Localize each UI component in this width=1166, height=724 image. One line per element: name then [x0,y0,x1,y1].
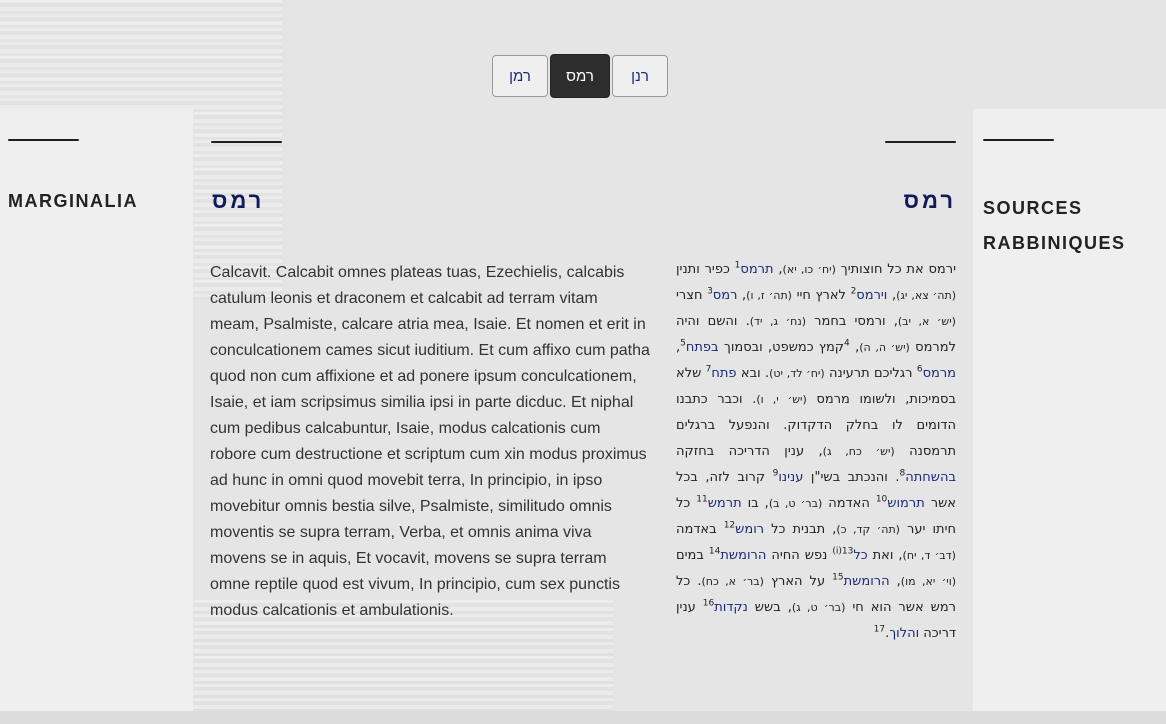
verse-ref: (נח׳ ג, יד) [749,315,807,328]
text-segment: כפיר ותנין [676,262,735,277]
footnote-marker[interactable]: 12 [724,521,735,531]
hebrew-column-title: רמס [903,188,956,213]
text-segment: במים [676,548,709,563]
bottom-bar [0,711,1166,724]
word-link[interactable]: רומש [735,522,764,537]
footnote-marker[interactable]: 14 [709,547,720,557]
verse-ref: (יח׳ לד, יט) [769,367,825,380]
footnote-marker[interactable]: 11 [696,495,707,505]
text-segment: קמץ כמשפט, ובסמוך [718,340,845,355]
divider [983,139,1054,141]
text-segment: , בו [741,496,769,511]
hebrew-text: ירמס את כל חוצותיך (יח׳ כו, יא), תרמס1 כ… [676,257,956,647]
word-link[interactable]: פתח [711,366,736,381]
word-link[interactable]: ענינו [778,470,803,485]
footnote-marker[interactable]: 16 [703,599,714,609]
text-segment: , [849,340,860,355]
text-segment: . והנכתב בשי"ן [803,470,900,485]
word-link[interactable]: נקדות [714,600,748,615]
marginalia-title: MARGINALIA [8,191,138,211]
divider [8,139,79,141]
verse-ref: (יש׳ כח, ג) [822,445,895,458]
word-link[interactable]: כל [853,548,867,563]
text-segment: , ורמסי בחמר [806,314,898,329]
tab-ramas[interactable]: רמס [550,54,610,98]
text-segment: על הארץ [763,574,833,589]
verse-ref: (תה׳ ז, ו) [746,289,792,302]
text-segment: , [773,262,783,277]
verse-ref: (יש׳ א, יב) [897,315,956,328]
verse-ref: (תה׳ קד, כ) [836,523,900,536]
sources-title-line-1: SOURCES [983,198,1083,218]
text-segment: . ובא [736,366,770,381]
word-link[interactable]: תרמס [740,262,773,277]
verse-ref: (יח׳ כו, יא) [782,263,836,276]
text-segment: , בשש [747,600,792,615]
word-link[interactable]: והלוך [889,626,919,641]
text-segment: באדמה [676,522,724,537]
verse-ref: (בר׳ ט, ב) [768,497,823,510]
text-segment: , [889,574,901,589]
footnote-marker[interactable]: 17 [874,625,885,635]
text-segment: חצרי [676,288,708,303]
text-segment: האדמה [822,496,876,511]
verse-ref: (בר׳ א, כח) [701,575,764,588]
word-link[interactable]: הרומשת [844,574,890,589]
sources-title: SOURCES RABBINIQUES [983,191,1126,261]
root-tabs: רמן רמס רנן [492,54,668,98]
text-segment: , [737,288,747,303]
verse-ref: (דב׳ ד, יח) [902,549,956,562]
text-segment: ירמס את כל חוצותיך [835,262,956,277]
tab-ramen[interactable]: רמן [492,55,548,97]
word-link[interactable]: הרומשת [720,548,766,563]
latin-text: Calcavit. Calcabit omnes plateas tuas, E… [210,264,650,619]
word-link[interactable]: וירמס [856,288,887,303]
word-link[interactable]: תרמוש [887,496,924,511]
text-segment: , [887,288,897,303]
word-link[interactable]: בהשחתה [905,470,956,485]
word-link[interactable]: בפתח [686,340,719,355]
footnote-marker[interactable]: 10 [876,495,887,505]
verse-ref: (יש׳ י, ו) [756,393,807,406]
text-segment: נפש החיה [766,548,833,563]
word-link[interactable]: תרמש [708,496,742,511]
word-link[interactable]: מרמס [923,366,956,381]
footnote-marker[interactable]: 15 [832,573,843,583]
text-segment: לארץ חיי [791,288,851,303]
verse-ref: (בר׳ ט, ג) [791,601,846,614]
text-segment: , ענין הדריכה בחזקה [676,444,823,459]
footnote-marker[interactable]: 13(i) [832,547,853,557]
sources-title-line-2: RABBINIQUES [983,233,1126,253]
divider [885,141,956,143]
text-segment: , ואת [867,548,903,563]
tab-ranan[interactable]: רנן [612,55,668,97]
text-segment: רגליכם תרעינה [824,366,917,381]
latin-column-title: רמס [212,188,265,213]
verse-ref: (תה׳ צא, יג) [896,289,956,302]
verse-ref: (וי׳ יא, מו) [900,575,957,588]
text-segment: , תבנית כל [764,522,837,537]
word-link[interactable]: רמס [713,288,738,303]
divider [211,141,282,143]
verse-ref: (יש׳ ה, ה) [859,341,910,354]
